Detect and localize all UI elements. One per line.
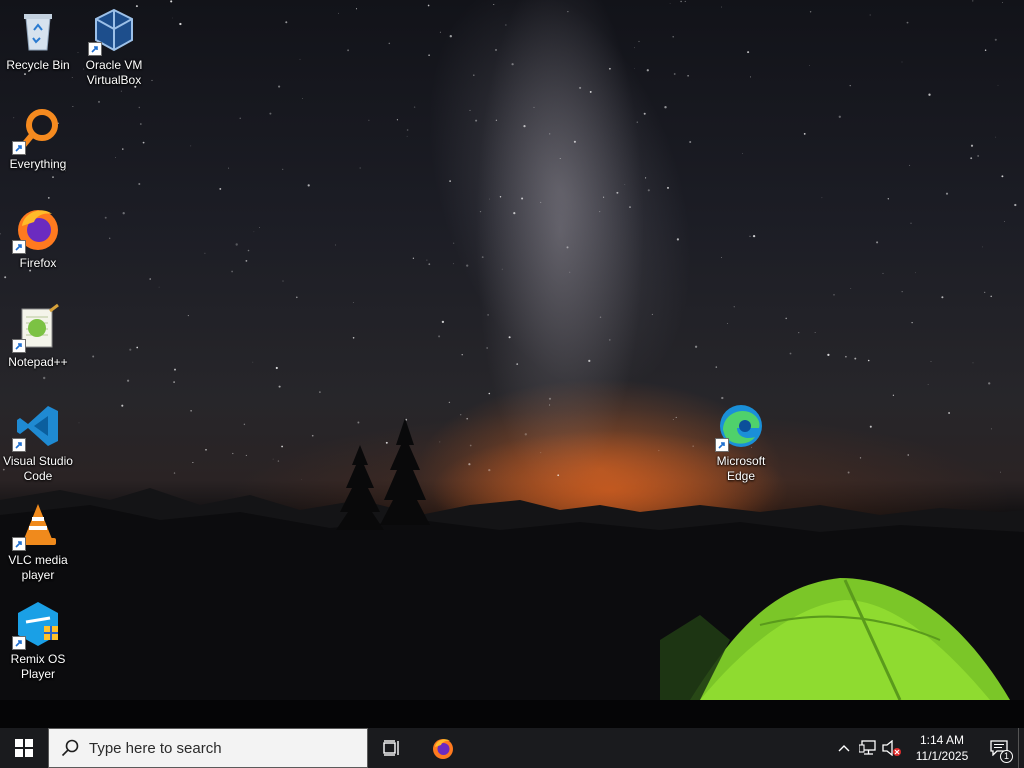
shortcut-arrow-icon	[12, 141, 26, 155]
desktop-icon-notepadpp[interactable]: Notepad++	[0, 303, 76, 370]
desktop-icon-label: Visual Studio Code	[3, 454, 73, 483]
desktop-icon-label: Firefox	[19, 256, 57, 270]
mountain-silhouette	[0, 418, 1024, 728]
desktop-icon-label: VLC media player	[8, 553, 68, 582]
clock-time: 1:14 AM	[919, 733, 965, 747]
desktop-icon-vscode[interactable]: Visual Studio Code	[0, 402, 76, 484]
shortcut-arrow-icon	[12, 537, 26, 551]
desktop-icon-label: Oracle VM VirtualBox	[85, 58, 143, 87]
edge-icon	[715, 402, 765, 452]
desktop-icon-recycle-bin[interactable]: Recycle Bin	[0, 6, 76, 73]
desktop-icon-label: Everything	[9, 157, 67, 171]
taskbar: Type here to search 1:14 AM 11/1/2025 1	[0, 728, 1024, 768]
recycle-bin-icon	[14, 6, 62, 54]
desktop-icon-label: Microsoft Edge	[716, 454, 766, 483]
network-button[interactable]	[856, 728, 880, 768]
desktop-icon-virtualbox[interactable]: Oracle VM VirtualBox	[76, 6, 152, 88]
desktop-icon-firefox[interactable]: Firefox	[0, 204, 76, 271]
desktop-icon-label: Recycle Bin	[6, 58, 70, 72]
remix-os-icon	[12, 600, 62, 650]
task-view-button[interactable]	[368, 728, 416, 768]
desktop-wallpaper	[0, 0, 1024, 728]
action-center-button[interactable]: 1	[980, 728, 1018, 768]
firefox-icon	[12, 204, 62, 254]
vscode-icon	[12, 402, 62, 452]
desktop-icon-remix-os[interactable]: Remix OS Player	[0, 600, 76, 682]
taskbar-firefox-button[interactable]	[416, 728, 470, 768]
taskbar-search-box[interactable]: Type here to search	[48, 728, 368, 768]
search-placeholder: Type here to search	[89, 739, 222, 757]
windows-logo-icon	[15, 739, 33, 757]
vlc-icon	[12, 501, 62, 551]
notification-count-badge: 1	[1000, 750, 1013, 763]
desktop-icon-vlc[interactable]: VLC media player	[0, 501, 76, 583]
virtualbox-icon	[88, 6, 138, 56]
desktop-icon-label: Remix OS Player	[10, 652, 66, 681]
desktop-icon-everything[interactable]: Everything	[0, 105, 76, 172]
task-view-icon	[383, 740, 399, 756]
taskbar-clock[interactable]: 1:14 AM 11/1/2025	[904, 728, 980, 768]
search-icon	[61, 739, 79, 757]
volume-button[interactable]	[880, 728, 904, 768]
firefox-icon	[433, 739, 453, 759]
show-hidden-icons-button[interactable]	[832, 728, 856, 768]
volume-muted-icon	[882, 740, 901, 756]
network-icon	[859, 740, 876, 755]
show-desktop-button[interactable]	[1018, 728, 1024, 768]
shortcut-arrow-icon	[12, 438, 26, 452]
desktop-icon-label: Notepad++	[8, 355, 68, 369]
shortcut-arrow-icon	[12, 339, 26, 353]
desktop-icon-edge[interactable]: Microsoft Edge	[703, 402, 779, 484]
shortcut-arrow-icon	[12, 636, 26, 650]
start-button[interactable]	[0, 728, 48, 768]
notepadpp-icon	[12, 303, 62, 353]
system-tray: 1:14 AM 11/1/2025 1	[832, 728, 1024, 768]
shortcut-arrow-icon	[715, 438, 729, 452]
shortcut-arrow-icon	[12, 240, 26, 254]
clock-date: 11/1/2025	[915, 749, 969, 763]
everything-search-icon	[12, 105, 62, 155]
shortcut-arrow-icon	[88, 42, 102, 56]
chevron-up-icon	[838, 745, 850, 752]
